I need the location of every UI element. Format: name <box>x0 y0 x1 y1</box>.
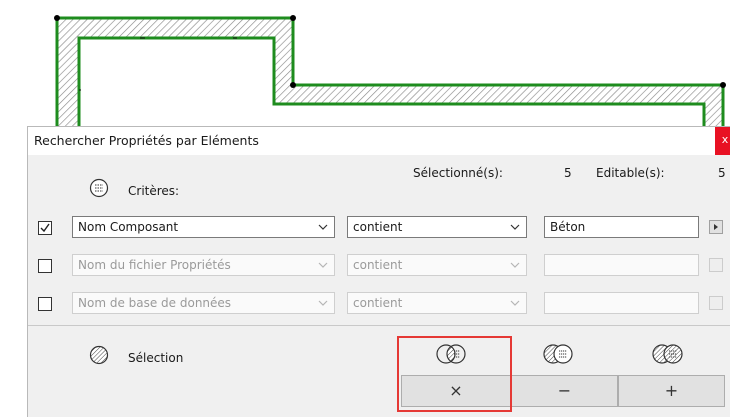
chevron-down-icon <box>318 262 328 268</box>
row-1-property-combo[interactable]: Nom Composant <box>72 216 335 238</box>
row-2-property-combo[interactable]: Nom du fichier Propriétés <box>72 254 335 276</box>
subtract-mode-icon <box>538 342 578 369</box>
row-3-operator-combo[interactable]: contient <box>347 292 527 314</box>
row-1-options-button[interactable] <box>709 220 723 234</box>
highlight-box <box>397 336 512 412</box>
row-1-value-field[interactable]: Béton <box>544 216 699 238</box>
add-mode-icon <box>646 342 690 369</box>
chevron-down-icon <box>510 224 520 230</box>
row-3-property-combo[interactable]: Nom de base de données <box>72 292 335 314</box>
section-divider <box>28 325 730 326</box>
hatched-circle-icon <box>89 345 109 368</box>
selection-label: Sélection <box>128 351 184 365</box>
subtract-selection-button[interactable]: − <box>511 375 618 407</box>
row-3-value-field[interactable] <box>544 292 699 314</box>
selected-label: Sélectionné(s): <box>413 166 503 180</box>
chevron-down-icon <box>318 300 328 306</box>
chevron-down-icon <box>318 224 328 230</box>
check-icon <box>40 223 50 233</box>
row-3-checkbox[interactable] <box>38 297 52 311</box>
row-2-checkbox[interactable] <box>38 259 52 273</box>
row-1-property: Nom Composant <box>78 220 179 234</box>
triangle-right-icon <box>714 224 718 230</box>
row-1-value: Béton <box>550 220 586 234</box>
editable-label: Editable(s): <box>596 166 665 180</box>
wall-element[interactable] <box>27 16 725 130</box>
selected-count: 5 <box>564 166 572 180</box>
row-2-options-button[interactable] <box>709 258 723 272</box>
close-button[interactable]: x <box>715 127 730 155</box>
row-2-operator: contient <box>353 258 403 272</box>
row-1-operator-combo[interactable]: contient <box>347 216 527 238</box>
row-3-operator: contient <box>353 296 403 310</box>
chevron-down-icon <box>510 300 520 306</box>
criteria-label: Critères: <box>128 184 180 198</box>
row-2-operator-combo[interactable]: contient <box>347 254 527 276</box>
row-2-property: Nom du fichier Propriétés <box>78 258 231 272</box>
row-3-options-button[interactable] <box>709 296 723 310</box>
chevron-down-icon <box>510 262 520 268</box>
row-1-checkbox[interactable] <box>38 221 52 235</box>
row-2-value-field[interactable] <box>544 254 699 276</box>
list-icon <box>89 178 109 198</box>
dialog-title: Rechercher Propriétés par Eléments <box>34 133 259 148</box>
editable-count: 5 <box>718 166 726 180</box>
find-properties-dialog: Rechercher Propriétés par Eléments x Sél… <box>27 126 730 417</box>
dialog-titlebar[interactable]: Rechercher Propriétés par Eléments x <box>28 127 730 155</box>
row-3-property: Nom de base de données <box>78 296 232 310</box>
row-1-operator: contient <box>353 220 403 234</box>
add-selection-button[interactable]: + <box>618 375 725 407</box>
